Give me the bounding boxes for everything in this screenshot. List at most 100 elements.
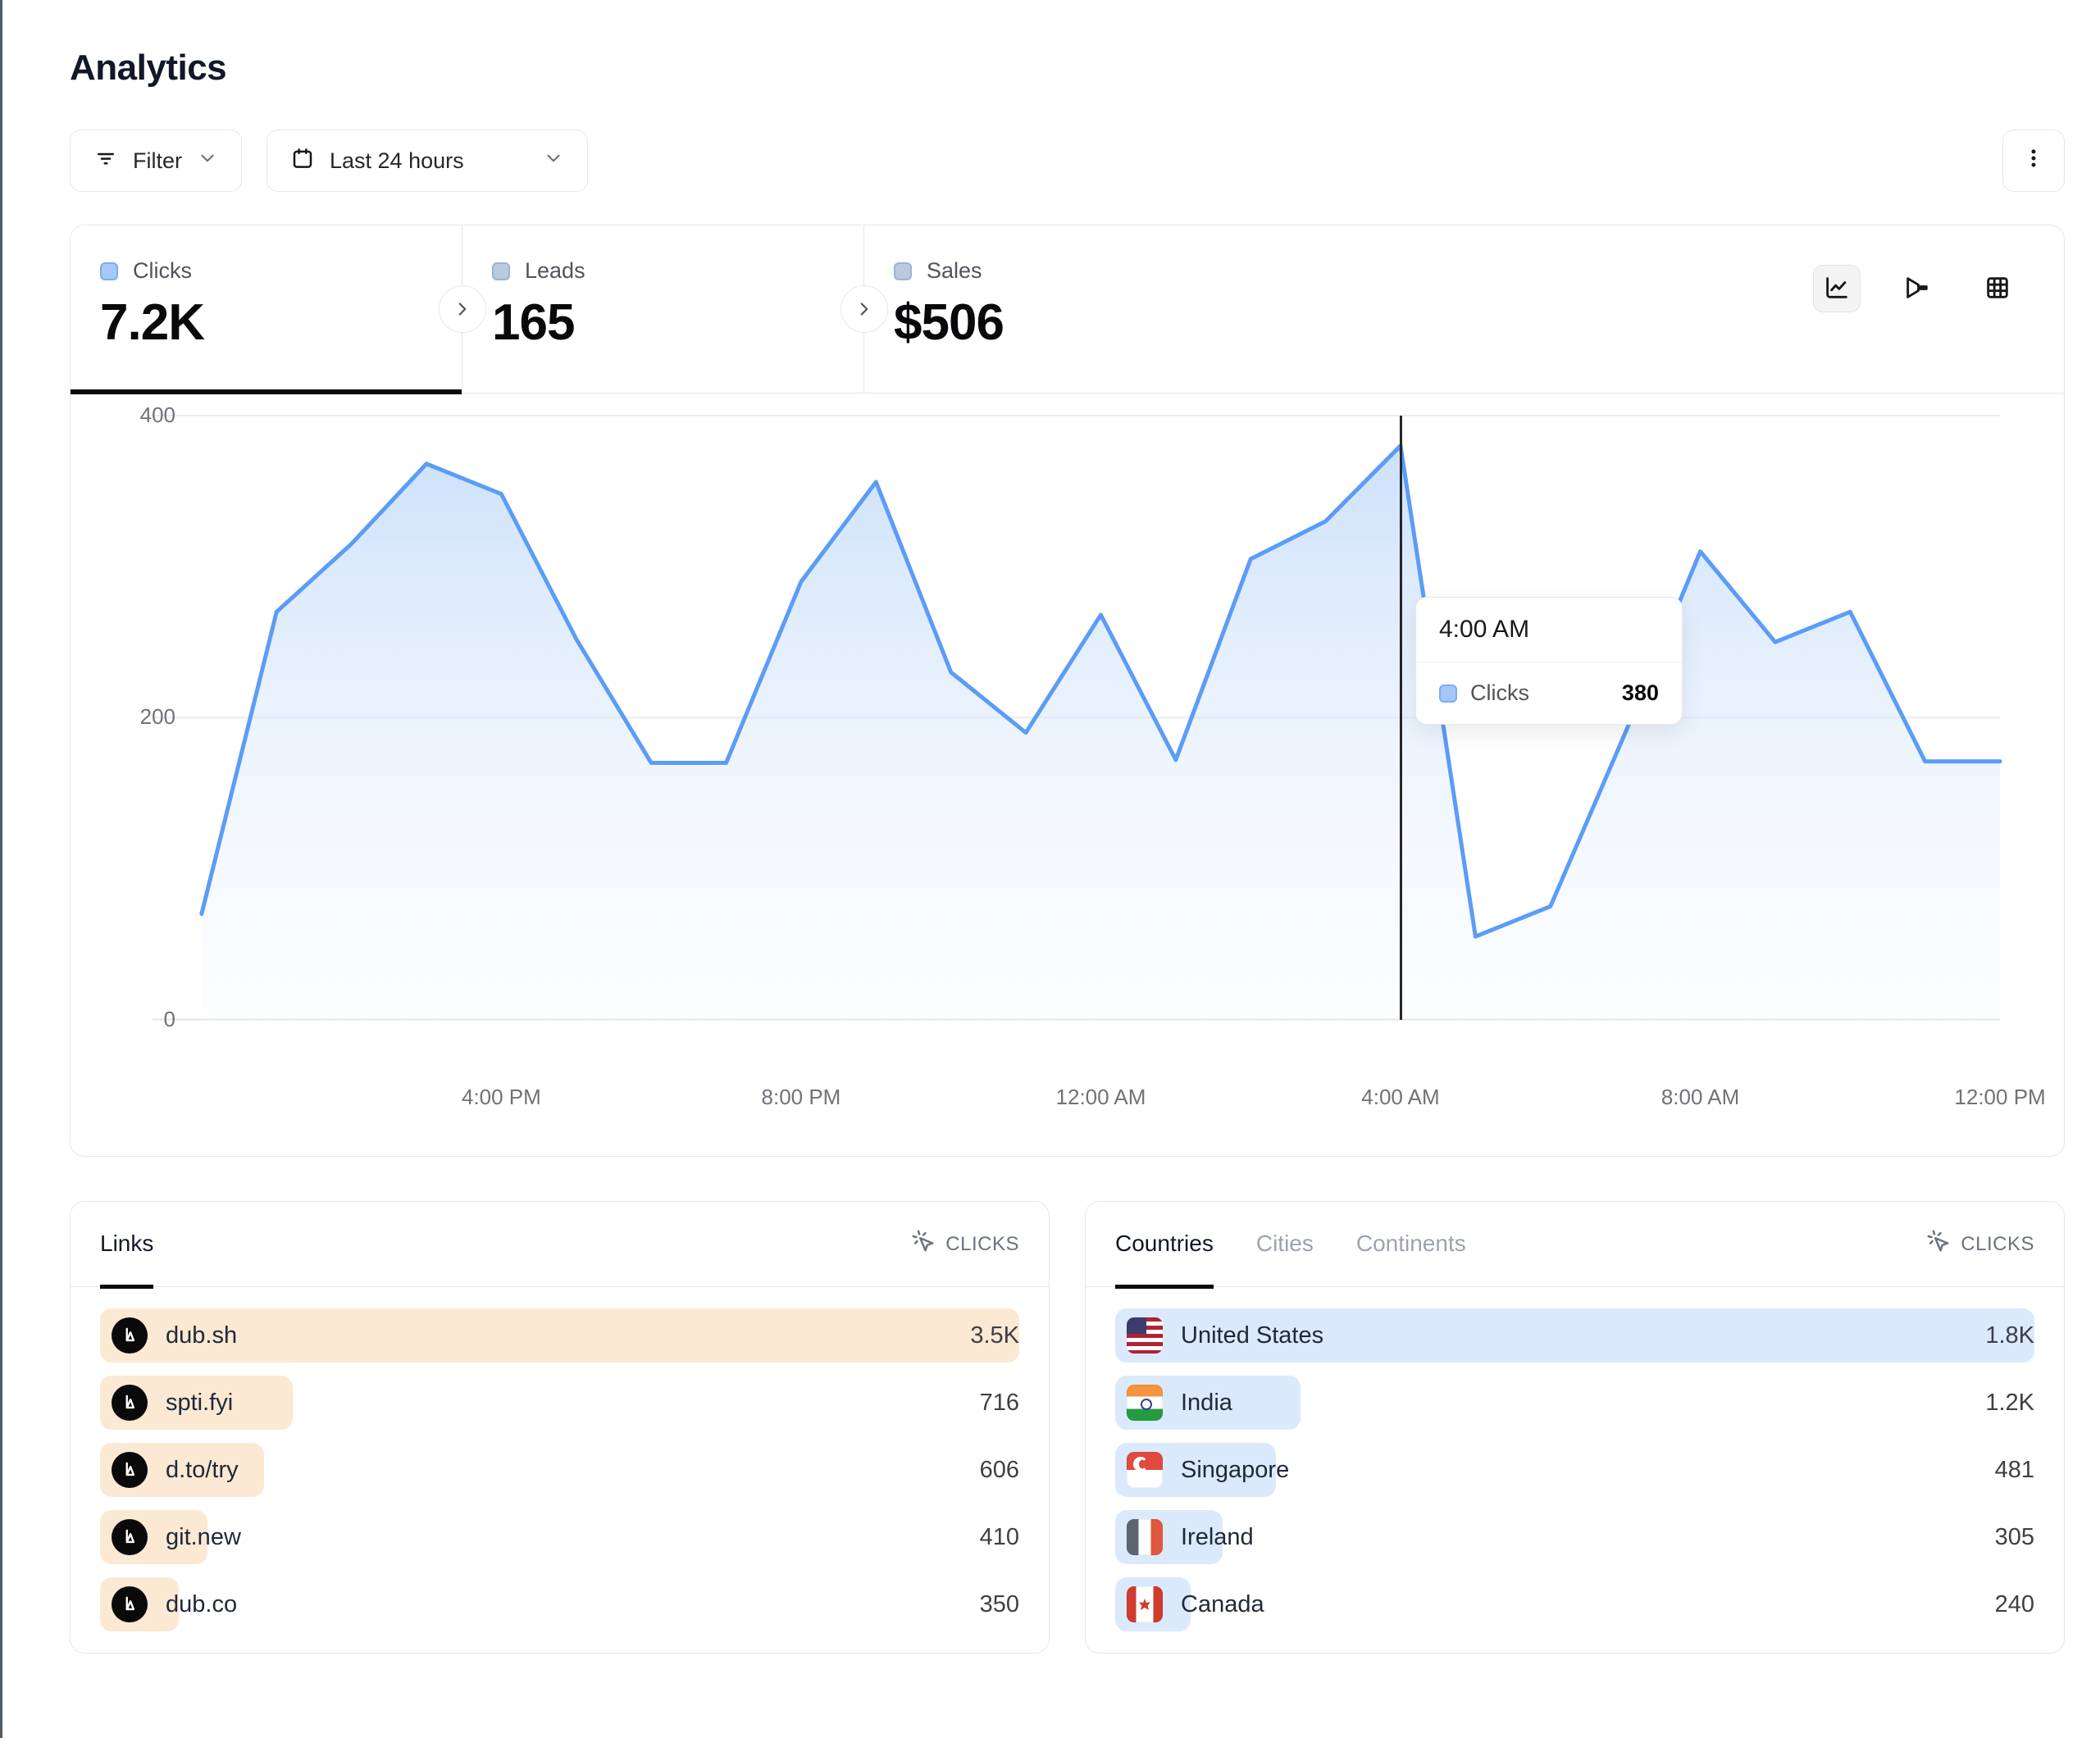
country-flag-icon-sg [1127, 1452, 1163, 1488]
link-row[interactable]: spti.fyi 716 [100, 1376, 1019, 1430]
y-axis-tick-0: 0 [77, 1007, 175, 1032]
toolbar: Filter Last 24 hours [70, 130, 2065, 192]
country-label: United States [1181, 1322, 1323, 1349]
link-clicks-value: 3.5K [970, 1322, 1019, 1349]
tooltip-series-marker [1439, 685, 1457, 703]
link-clicks-value: 350 [980, 1591, 1019, 1618]
country-clicks-value: 1.2K [1985, 1390, 2034, 1417]
metric-tab-sales[interactable]: Sales $506 [864, 225, 2064, 393]
expand-leads-button[interactable] [840, 285, 888, 333]
link-favicon-dub-logo-icon [112, 1317, 148, 1354]
link-label: d.to/try [166, 1457, 239, 1484]
chart-view-switcher [1813, 265, 2021, 312]
clicks-area-fill [202, 446, 2000, 1020]
country-flag-icon-us [1127, 1317, 1163, 1354]
x-axis-tick-1200pm: 12:00 PM [1954, 1085, 2045, 1110]
tab-continents[interactable]: Continents [1356, 1202, 1466, 1289]
link-label: git.new [166, 1524, 241, 1551]
link-label: dub.co [166, 1591, 237, 1618]
country-label: India [1181, 1390, 1232, 1417]
country-flag-icon-ie [1127, 1519, 1163, 1555]
link-label: dub.sh [166, 1322, 237, 1349]
x-axis-tick-400am: 4:00 AM [1361, 1085, 1439, 1110]
y-axis-tick-200: 200 [77, 704, 175, 730]
country-label: Canada [1181, 1591, 1264, 1618]
funnel-chart-view-button[interactable] [1893, 265, 1941, 312]
hover-crosshair-line [1400, 416, 1402, 1020]
leads-series-marker [492, 262, 510, 280]
clicks-timeseries-chart[interactable]: 4:00 AM Clicks 380 400 200 0 4:00 PM 8:00 P… [71, 394, 2064, 1156]
country-row[interactable]: Singapore 481 [1115, 1443, 2034, 1497]
country-row[interactable]: India 1.2K [1115, 1376, 2034, 1430]
link-favicon-dub-logo-icon [112, 1586, 148, 1622]
links-panel: Links CLICKS dub.sh 3.5K spti.fyi 716 d.to/t… [70, 1201, 1050, 1654]
link-row[interactable]: dub.sh 3.5K [100, 1308, 1019, 1363]
x-axis-tick-400pm: 4:00 PM [462, 1085, 541, 1110]
countries-metric-toggle[interactable]: CLICKS [1926, 1229, 2034, 1259]
country-label: Ireland [1181, 1524, 1254, 1551]
y-axis-tick-400: 400 [77, 403, 175, 428]
country-flag-icon-in [1127, 1385, 1163, 1421]
chart-tooltip: 4:00 AM Clicks 380 [1415, 597, 1683, 725]
cursor-click-icon [911, 1229, 936, 1259]
page-title: Analytics [70, 48, 2065, 89]
funnel-icon [1903, 274, 1931, 304]
country-label: Singapore [1181, 1457, 1289, 1484]
tooltip-time: 4:00 AM [1416, 598, 1682, 662]
countries-panel: Countries Cities Continents CLICKS Unite… [1085, 1201, 2065, 1654]
link-row[interactable]: d.to/try606 [100, 1443, 1019, 1497]
countries-panel-header: Countries Cities Continents CLICKS [1086, 1202, 2064, 1287]
link-row[interactable]: git.new 410 [100, 1510, 1019, 1564]
links-metric-toggle[interactable]: CLICKS [911, 1229, 1019, 1259]
more-options-button[interactable] [2002, 130, 2065, 192]
line-chart-view-button[interactable] [1813, 265, 1861, 312]
x-axis-tick-1200am: 12:00 AM [1056, 1085, 1146, 1110]
x-axis-tick-800pm: 8:00 PM [762, 1085, 841, 1110]
link-value-bar [100, 1308, 1019, 1363]
country-flag-icon-ca [1127, 1586, 1163, 1622]
line-chart-icon [1823, 274, 1851, 304]
clicks-chart-svg [71, 405, 2064, 1085]
country-row[interactable]: United States 1.8K [1115, 1308, 2034, 1363]
chevron-down-icon [197, 148, 218, 175]
links-list: dub.sh 3.5K spti.fyi 716 d.to/try606 git.new 4… [71, 1287, 1049, 1653]
filter-button[interactable]: Filter [70, 130, 242, 192]
country-row[interactable]: Ireland305 [1115, 1510, 2034, 1564]
sales-series-marker [894, 262, 912, 280]
expand-clicks-button[interactable] [439, 285, 486, 333]
link-favicon-dub-logo-icon [112, 1519, 148, 1555]
country-clicks-value: 481 [1995, 1457, 2034, 1484]
tab-cities[interactable]: Cities [1256, 1202, 1314, 1289]
link-clicks-value: 410 [980, 1524, 1019, 1551]
link-favicon-dub-logo-icon [112, 1385, 148, 1421]
countries-metric-header-label: CLICKS [1961, 1233, 2034, 1256]
link-label: spti.fyi [166, 1390, 233, 1417]
link-favicon-dub-logo-icon [112, 1452, 148, 1488]
metric-tab-leads[interactable]: Leads 165 [462, 225, 864, 393]
filter-button-label: Filter [133, 148, 182, 174]
filter-icon [93, 146, 118, 176]
table-view-button[interactable] [1974, 265, 2021, 312]
tab-countries[interactable]: Countries [1115, 1202, 1214, 1289]
link-row[interactable]: dub.co 350 [100, 1577, 1019, 1631]
leads-metric-label: Leads [525, 258, 585, 284]
date-range-label: Last 24 hours [330, 148, 464, 174]
country-clicks-value: 1.8K [1985, 1322, 2034, 1349]
country-clicks-value: 240 [1995, 1591, 2034, 1618]
tooltip-metric-label: Clicks [1470, 680, 1529, 706]
x-axis-tick-800am: 8:00 AM [1661, 1085, 1739, 1110]
window-edge-accent [0, 0, 2, 1738]
links-panel-header: Links CLICKS [71, 1202, 1049, 1287]
calendar-icon [290, 146, 315, 176]
metric-tabs-row: Clicks 7.2K Leads 165 Sales $506 [71, 225, 2064, 394]
leads-metric-value: 165 [492, 293, 863, 352]
links-metric-header-label: CLICKS [945, 1233, 1019, 1256]
link-clicks-value: 716 [980, 1390, 1019, 1417]
metric-tab-clicks[interactable]: Clicks 7.2K [71, 225, 462, 393]
tab-links[interactable]: Links [100, 1202, 153, 1289]
date-range-selector[interactable]: Last 24 hours [266, 130, 588, 192]
cursor-click-icon [1926, 1229, 1951, 1259]
grid-table-icon [1984, 274, 2011, 304]
country-row[interactable]: Canada 240 [1115, 1577, 2034, 1631]
clicks-metric-label: Clicks [133, 258, 192, 284]
